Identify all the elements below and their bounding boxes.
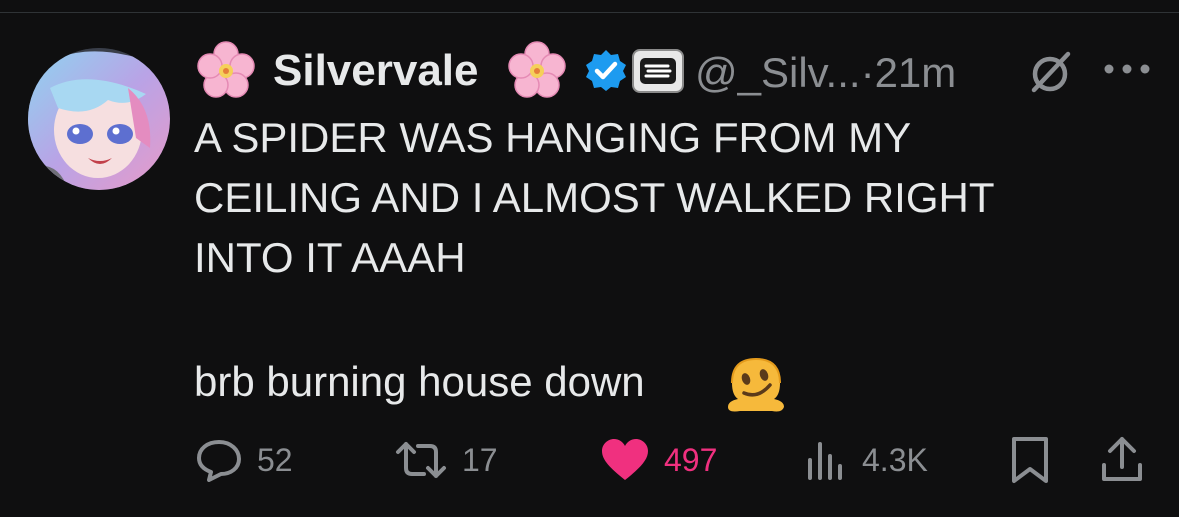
views-button[interactable]: 4.3K — [804, 430, 928, 490]
reply-count: 52 — [257, 441, 293, 478]
affiliate-badge-icon[interactable] — [632, 49, 684, 93]
display-name[interactable]: Silvervale — [273, 44, 479, 98]
cherry-blossom-icon — [195, 40, 257, 107]
cherry-blossom-icon — [506, 40, 568, 107]
repost-button[interactable]: 17 — [394, 430, 498, 490]
melting-face-emoji — [724, 355, 788, 420]
reply-button[interactable]: 52 — [195, 430, 293, 490]
post-text-line: CEILING AND I ALMOST WALKED RIGHT — [194, 174, 995, 221]
handle-and-time[interactable]: @_Silv...·21m — [695, 47, 956, 99]
repost-icon — [396, 442, 446, 478]
post-text-line: INTO IT AAAH — [194, 234, 466, 281]
top-divider — [0, 12, 1179, 13]
handle[interactable]: @_Silv... — [695, 49, 861, 96]
post-text-paragraph-2: brb burning house down — [194, 358, 645, 405]
views-icon — [808, 442, 842, 480]
bookmark-icon — [1012, 437, 1048, 483]
action-bar: 52 17 497 4.3K — [0, 430, 1179, 490]
repost-count: 17 — [462, 441, 498, 478]
more-icon[interactable] — [1101, 61, 1155, 82]
share-button[interactable] — [1098, 430, 1146, 490]
timestamp[interactable]: 21m — [875, 49, 957, 96]
post-header: Silvervale @_Silv...·21m — [195, 40, 1155, 102]
like-count: 497 — [664, 441, 718, 478]
post-text-line: A SPIDER WAS HANGING FROM MY — [194, 114, 912, 161]
verified-badge-icon[interactable] — [584, 48, 628, 97]
like-button[interactable]: 497 — [600, 430, 717, 490]
separator: · — [860, 49, 875, 96]
heart-icon — [602, 439, 648, 480]
grok-icon[interactable] — [1028, 50, 1074, 99]
avatar[interactable] — [28, 48, 170, 190]
share-icon — [1102, 437, 1142, 481]
post-text: A SPIDER WAS HANGING FROM MY CEILING AND… — [194, 108, 1154, 288]
views-count: 4.3K — [862, 441, 928, 478]
reply-icon — [197, 440, 241, 482]
bookmark-button[interactable] — [1008, 430, 1052, 490]
